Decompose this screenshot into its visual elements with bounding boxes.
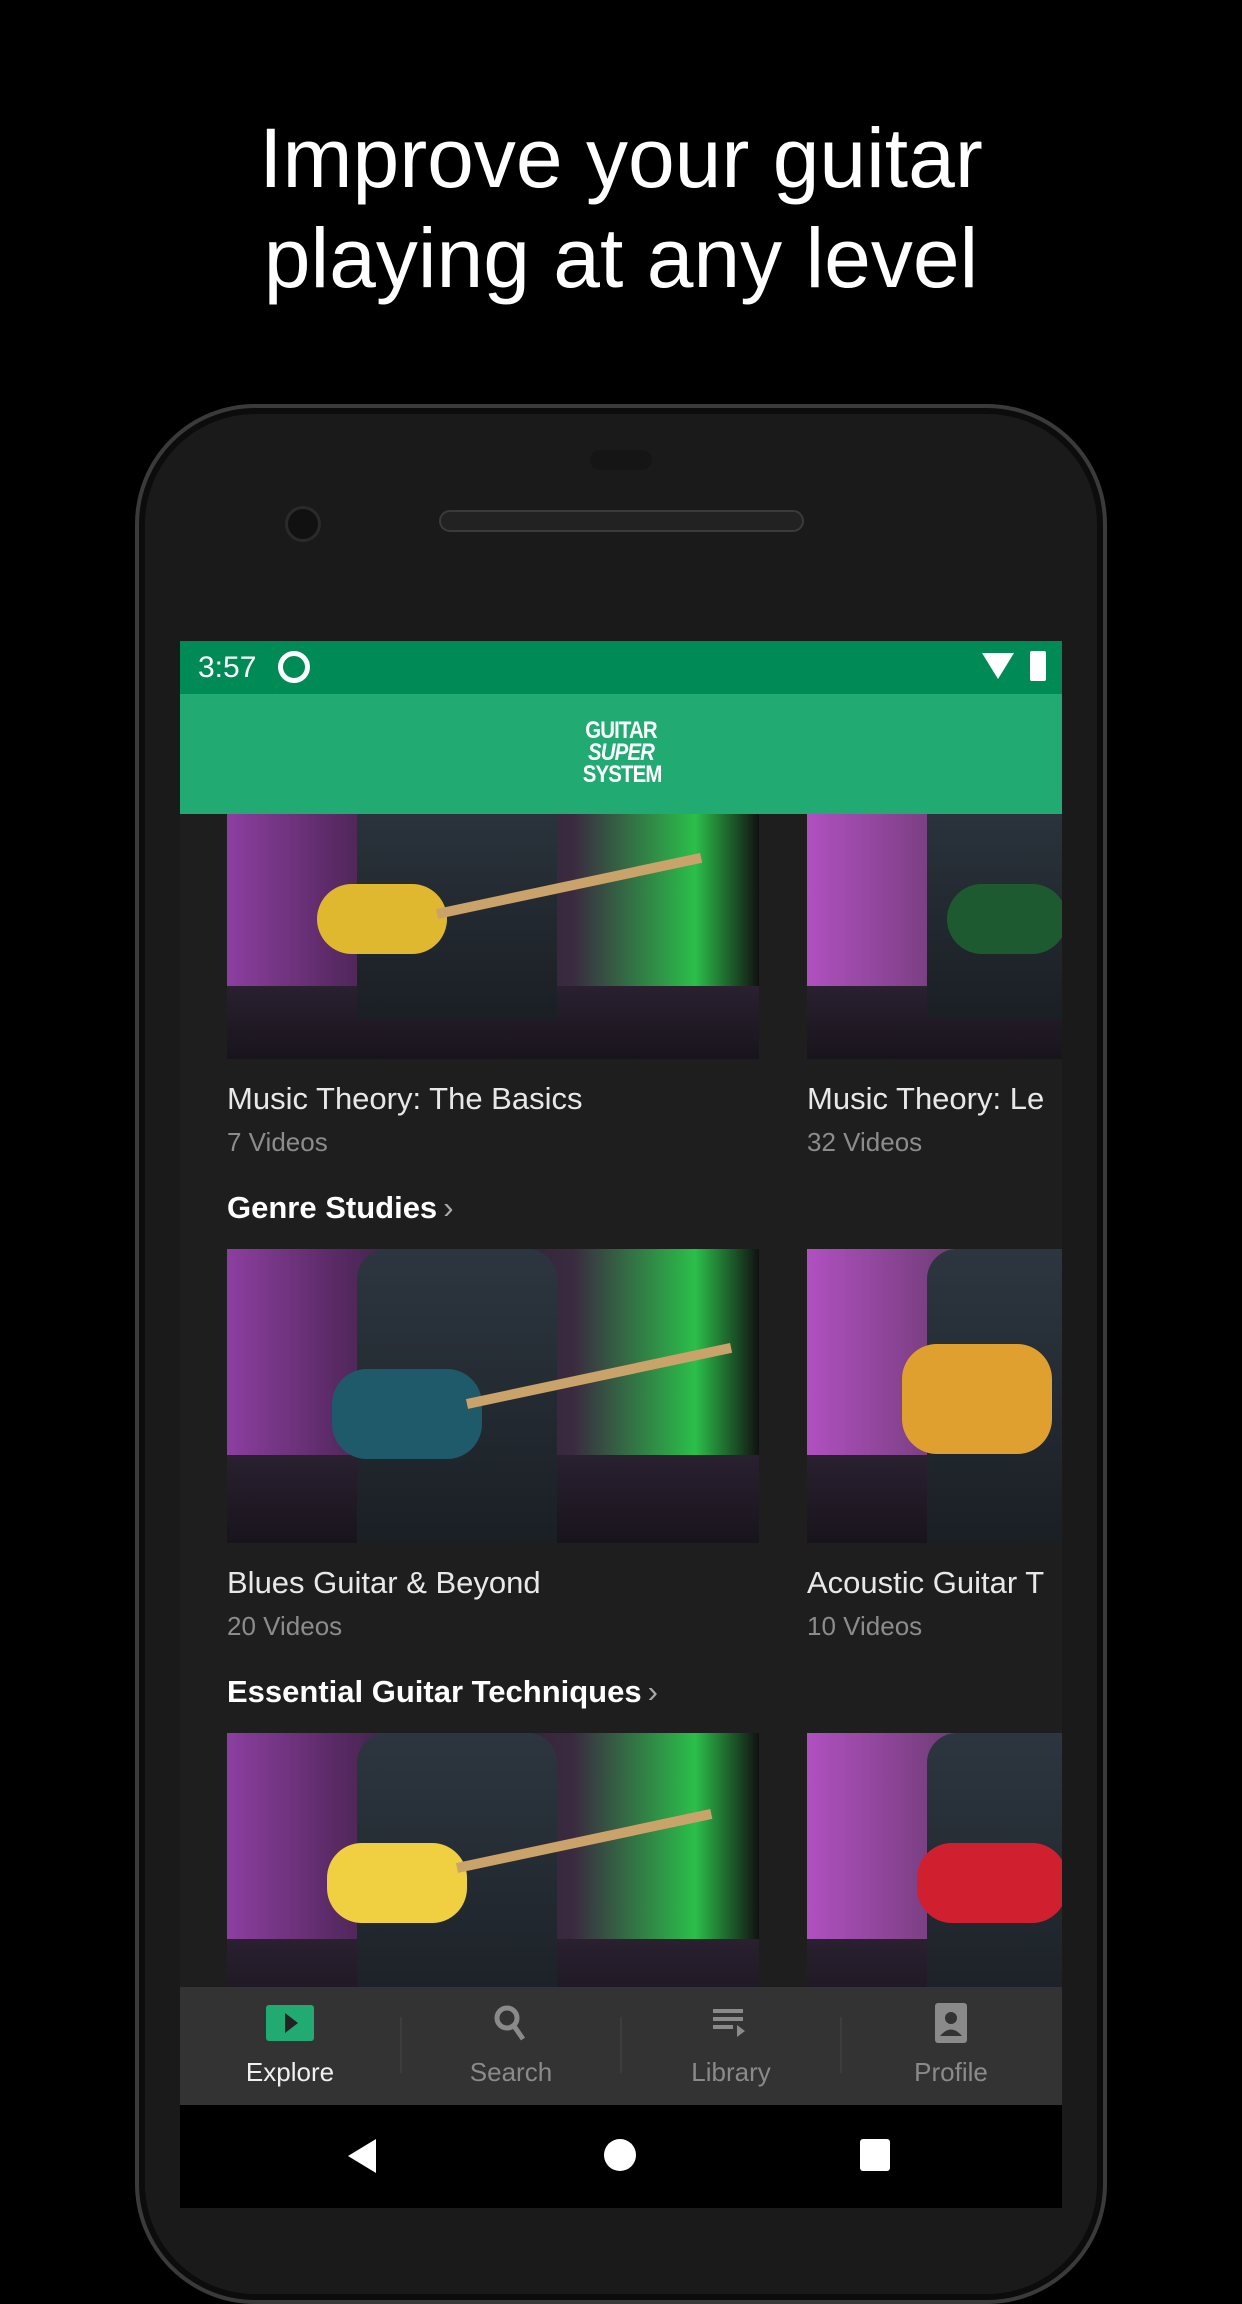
headline-line-1: Improve your guitar: [259, 111, 983, 205]
nav-label: Explore: [245, 2057, 335, 2087]
phone-speaker: [439, 510, 804, 532]
nav-label: Profile: [914, 2057, 988, 2087]
bottom-navigation: Explore Search Library Profile: [180, 1987, 1062, 2105]
recent-apps-icon[interactable]: [860, 2139, 890, 2171]
course-thumbnail: [807, 1733, 1062, 1987]
system-navigation-bar: [180, 2105, 1062, 2208]
account-box-icon: [935, 2003, 967, 2043]
course-thumbnail: [227, 1249, 759, 1543]
nav-item-library[interactable]: Library: [621, 1987, 841, 2105]
course-video-count: 32 Videos: [807, 1127, 923, 1157]
section-header-essential-guitar-techniques[interactable]: Essential Guitar Techniques ›: [227, 1674, 658, 1710]
play-box-icon: [266, 2005, 314, 2041]
course-card[interactable]: Acoustic Guitar T 10 Videos: [807, 1249, 1062, 1642]
course-video-count: 7 Videos: [227, 1127, 328, 1157]
course-title: Music Theory: The Basics: [227, 1081, 583, 1116]
headline-line-2: playing at any level: [263, 211, 979, 305]
do-not-disturb-icon: [278, 651, 310, 683]
nav-label: Search: [469, 2057, 553, 2087]
explore-feed[interactable]: Music Theory: The Basics 7 Videos Music …: [180, 814, 1062, 1987]
course-video-count: 20 Videos: [227, 1611, 343, 1641]
course-thumbnail: [227, 814, 759, 1059]
course-thumbnail: [807, 1249, 1062, 1543]
playlist-icon: [713, 2009, 745, 2037]
phone-sensor: [590, 450, 652, 470]
guitar-super-system-logo[interactable]: GUITAR SUPER SYSTEM: [582, 719, 663, 788]
nav-item-explore[interactable]: Explore: [180, 1987, 400, 2105]
nav-item-search[interactable]: Search: [401, 1987, 621, 2105]
status-time: 3:57: [198, 651, 257, 684]
chevron-right-icon: ›: [443, 1190, 454, 1225]
logo-line: SYSTEM: [582, 761, 663, 788]
app-bar: GUITAR SUPER SYSTEM: [180, 694, 1062, 814]
course-card[interactable]: [807, 1733, 1062, 1987]
course-card[interactable]: [227, 1733, 759, 1987]
phone-screen: 3:57 GUITAR SUPER SYSTEM Music Theory: T…: [180, 641, 1062, 2208]
status-bar: 3:57: [180, 641, 1062, 694]
course-card[interactable]: Blues Guitar & Beyond 20 Videos: [227, 1249, 759, 1642]
promo-headline: Improve your guitar playing at any level: [0, 108, 1242, 308]
section-title: Genre Studies: [227, 1190, 438, 1225]
course-thumbnail: [227, 1733, 759, 1987]
home-icon[interactable]: [604, 2139, 636, 2171]
course-card[interactable]: Music Theory: Le 32 Videos: [807, 814, 1062, 1158]
section-header-genre-studies[interactable]: Genre Studies ›: [227, 1190, 454, 1226]
course-title: Music Theory: Le: [807, 1081, 1045, 1116]
front-camera: [285, 506, 321, 542]
chevron-right-icon: ›: [647, 1674, 658, 1709]
battery-charging-icon: [1030, 651, 1046, 681]
course-title: Acoustic Guitar T: [807, 1565, 1045, 1600]
search-icon: [494, 2005, 526, 2041]
course-thumbnail: [807, 814, 1062, 1059]
wifi-icon: [982, 653, 1014, 679]
course-card[interactable]: Music Theory: The Basics 7 Videos: [227, 814, 759, 1158]
course-video-count: 10 Videos: [807, 1611, 923, 1641]
course-title: Blues Guitar & Beyond: [227, 1565, 541, 1600]
back-icon[interactable]: [348, 2139, 376, 2173]
nav-label: Library: [691, 2057, 771, 2087]
nav-item-profile[interactable]: Profile: [841, 1987, 1061, 2105]
section-title: Essential Guitar Techniques: [227, 1674, 642, 1709]
